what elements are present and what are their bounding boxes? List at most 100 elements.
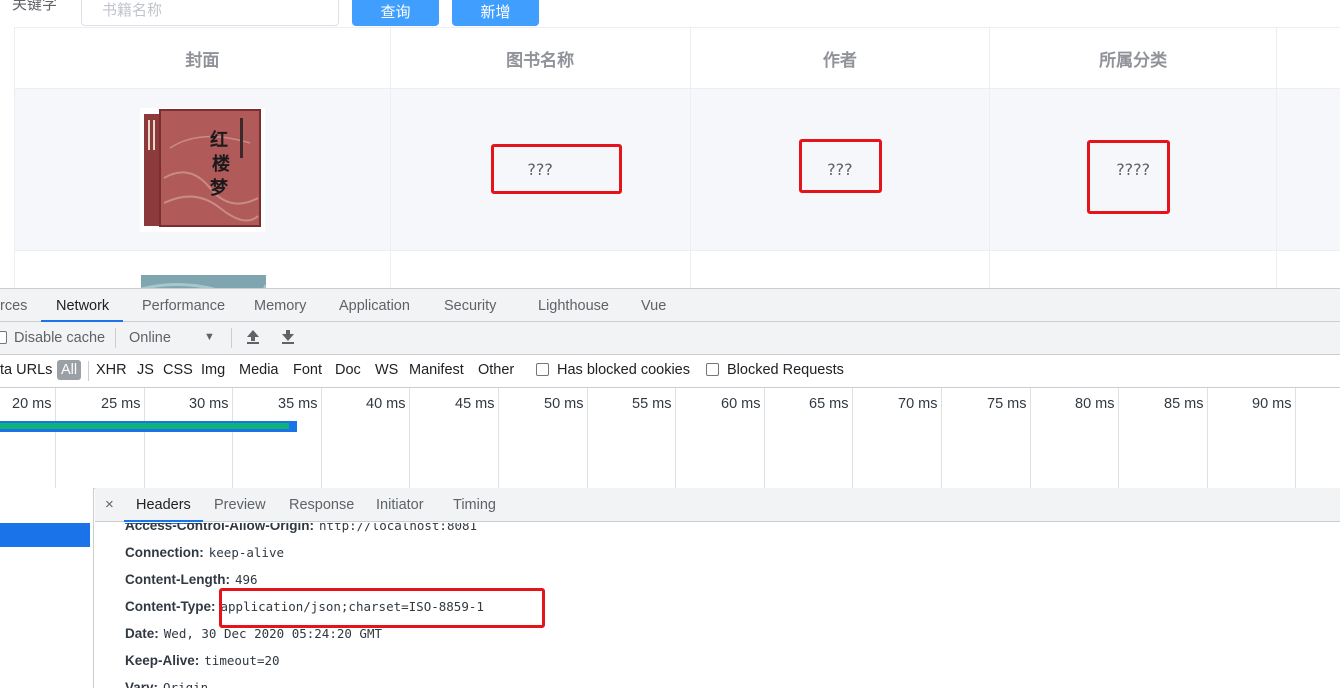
header-key: Content-Type:	[125, 599, 216, 614]
data-urls-filter[interactable]: ta URLs	[0, 362, 52, 378]
tab-sources[interactable]: rces	[0, 289, 27, 322]
column-header-name[interactable]: 图书名称	[391, 28, 691, 88]
timeline-tick-label: 50 ms	[544, 396, 584, 412]
header-key: Date:	[125, 626, 159, 641]
header-row: Vary: Origin	[125, 680, 208, 688]
svg-text:红: 红	[210, 129, 228, 151]
tab-vue[interactable]: Vue	[641, 289, 666, 322]
timeline-gridline	[587, 388, 588, 488]
upload-icon[interactable]	[246, 329, 260, 349]
column-header-category[interactable]: 所属分类	[990, 28, 1278, 88]
timeline-tick-label: 30 ms	[189, 396, 229, 412]
cover-cell	[15, 251, 391, 288]
blocked-requests-checkbox[interactable]	[706, 363, 719, 376]
highlight-box-author	[799, 139, 882, 193]
header-key: Vary:	[125, 680, 159, 688]
header-row: Access-Control-Allow-Origin: http://local…	[125, 523, 477, 533]
filter-css[interactable]: CSS	[163, 362, 193, 378]
search-input-wrapper[interactable]	[81, 0, 339, 26]
chevron-down-icon[interactable]: ▼	[204, 331, 215, 343]
filter-ws[interactable]: WS	[375, 362, 398, 378]
selected-request-row[interactable]	[0, 523, 90, 547]
timeline-tick-label: 75 ms	[987, 396, 1027, 412]
filter-doc[interactable]: Doc	[335, 362, 361, 378]
header-value: keep-alive	[208, 545, 285, 560]
header-value: http://localhost:8081	[319, 523, 478, 533]
filter-other[interactable]: Other	[478, 362, 514, 378]
extra-cell	[1277, 251, 1340, 288]
timeline-tick-label: 35 ms	[278, 396, 318, 412]
toolbar-divider	[115, 328, 116, 348]
timeline-tick-label: 55 ms	[632, 396, 672, 412]
timeline-tick-label: 45 ms	[455, 396, 495, 412]
filter-font[interactable]: Font	[293, 362, 322, 378]
timeline-gridline	[498, 388, 499, 488]
timeline-tick-label: 70 ms	[898, 396, 938, 412]
tab-response[interactable]: Response	[289, 488, 354, 522]
timeline-gridline	[232, 388, 233, 488]
close-icon[interactable]: ×	[105, 488, 114, 522]
header-row: Keep-Alive: timeout=20	[125, 653, 280, 668]
filter-js[interactable]: JS	[137, 362, 154, 378]
network-overview-timeline[interactable]: 20 ms 25 ms 30 ms 35 ms 40 ms 45 ms 50 ms 55 ms…	[0, 388, 1340, 489]
timeline-tick-label: 85 ms	[1164, 396, 1204, 412]
disable-cache-checkbox[interactable]	[0, 331, 7, 344]
query-button[interactable]: 查询	[352, 0, 439, 26]
timeline-gridline	[1118, 388, 1119, 488]
timeline-tick-label: 25 ms	[101, 396, 141, 412]
book-admin-app: 关键字 查询 新增 封面 图书名称 作者 所属分类	[0, 0, 1340, 288]
timeline-gridline	[852, 388, 853, 488]
header-key: Keep-Alive:	[125, 653, 200, 668]
svg-text:楼: 楼	[212, 153, 230, 175]
tab-lighthouse[interactable]: Lighthouse	[538, 289, 609, 322]
cover-cell: 红 楼 梦	[15, 89, 391, 250]
header-value: Wed, 30 Dec 2020 05:24:20 GMT	[163, 626, 383, 641]
tab-network[interactable]: Network	[40, 289, 124, 322]
search-label: 关键字	[12, 0, 58, 13]
category-cell	[990, 251, 1278, 288]
tab-headers[interactable]: Headers	[124, 488, 203, 522]
toolbar-divider	[231, 328, 232, 348]
filter-all[interactable]: All	[57, 360, 82, 380]
filter-img[interactable]: Img	[201, 362, 225, 378]
table-row[interactable]	[15, 251, 1340, 288]
tab-memory[interactable]: Memory	[254, 289, 306, 322]
timeline-gridline	[144, 388, 145, 488]
filter-manifest[interactable]: Manifest	[409, 362, 464, 378]
tab-security[interactable]: Security	[444, 289, 496, 322]
header-row: Content-Length: 496	[125, 572, 258, 587]
header-value: timeout=20	[204, 653, 280, 668]
filter-media[interactable]: Media	[239, 362, 279, 378]
tab-preview[interactable]: Preview	[214, 488, 266, 522]
timeline-tick-label: 20 ms	[12, 396, 52, 412]
search-input[interactable]	[102, 1, 318, 19]
has-blocked-cookies-checkbox[interactable]	[536, 363, 549, 376]
detail-tab-bar: × Headers Preview Response Initiator Tim…	[95, 488, 1340, 522]
filter-xhr[interactable]: XHR	[96, 362, 127, 378]
timeline-gridline	[321, 388, 322, 488]
tab-performance[interactable]: Performance	[142, 289, 225, 322]
svg-text:梦: 梦	[210, 177, 229, 199]
author-cell	[691, 251, 991, 288]
column-header-author[interactable]: 作者	[691, 28, 991, 88]
book-cover-image: 红 楼 梦	[139, 107, 265, 232]
add-button[interactable]: 新增	[452, 0, 539, 26]
blocked-requests-label: Blocked Requests	[727, 362, 844, 378]
throttle-select[interactable]: Online	[129, 330, 171, 346]
download-icon[interactable]	[281, 329, 295, 349]
header-key: Connection:	[125, 545, 204, 560]
tab-initiator[interactable]: Initiator	[376, 488, 424, 522]
timeline-gridline	[1030, 388, 1031, 488]
timeline-tick-label: 90 ms	[1252, 396, 1292, 412]
devtools-panel: rces Network Performance Memory Applicat…	[0, 288, 1340, 688]
header-row: Date: Wed, 30 Dec 2020 05:24:20 GMT	[125, 626, 382, 641]
timeline-tick-label: 40 ms	[366, 396, 406, 412]
request-list	[0, 488, 94, 688]
column-header-cover[interactable]: 封面	[15, 28, 391, 88]
timeline-tick-label: 80 ms	[1075, 396, 1115, 412]
tab-application[interactable]: Application	[339, 289, 410, 322]
devtools-tab-bar: rces Network Performance Memory Applicat…	[0, 289, 1340, 322]
timeline-gridline	[675, 388, 676, 488]
timeline-gridline	[55, 388, 56, 488]
tab-timing[interactable]: Timing	[453, 488, 496, 522]
